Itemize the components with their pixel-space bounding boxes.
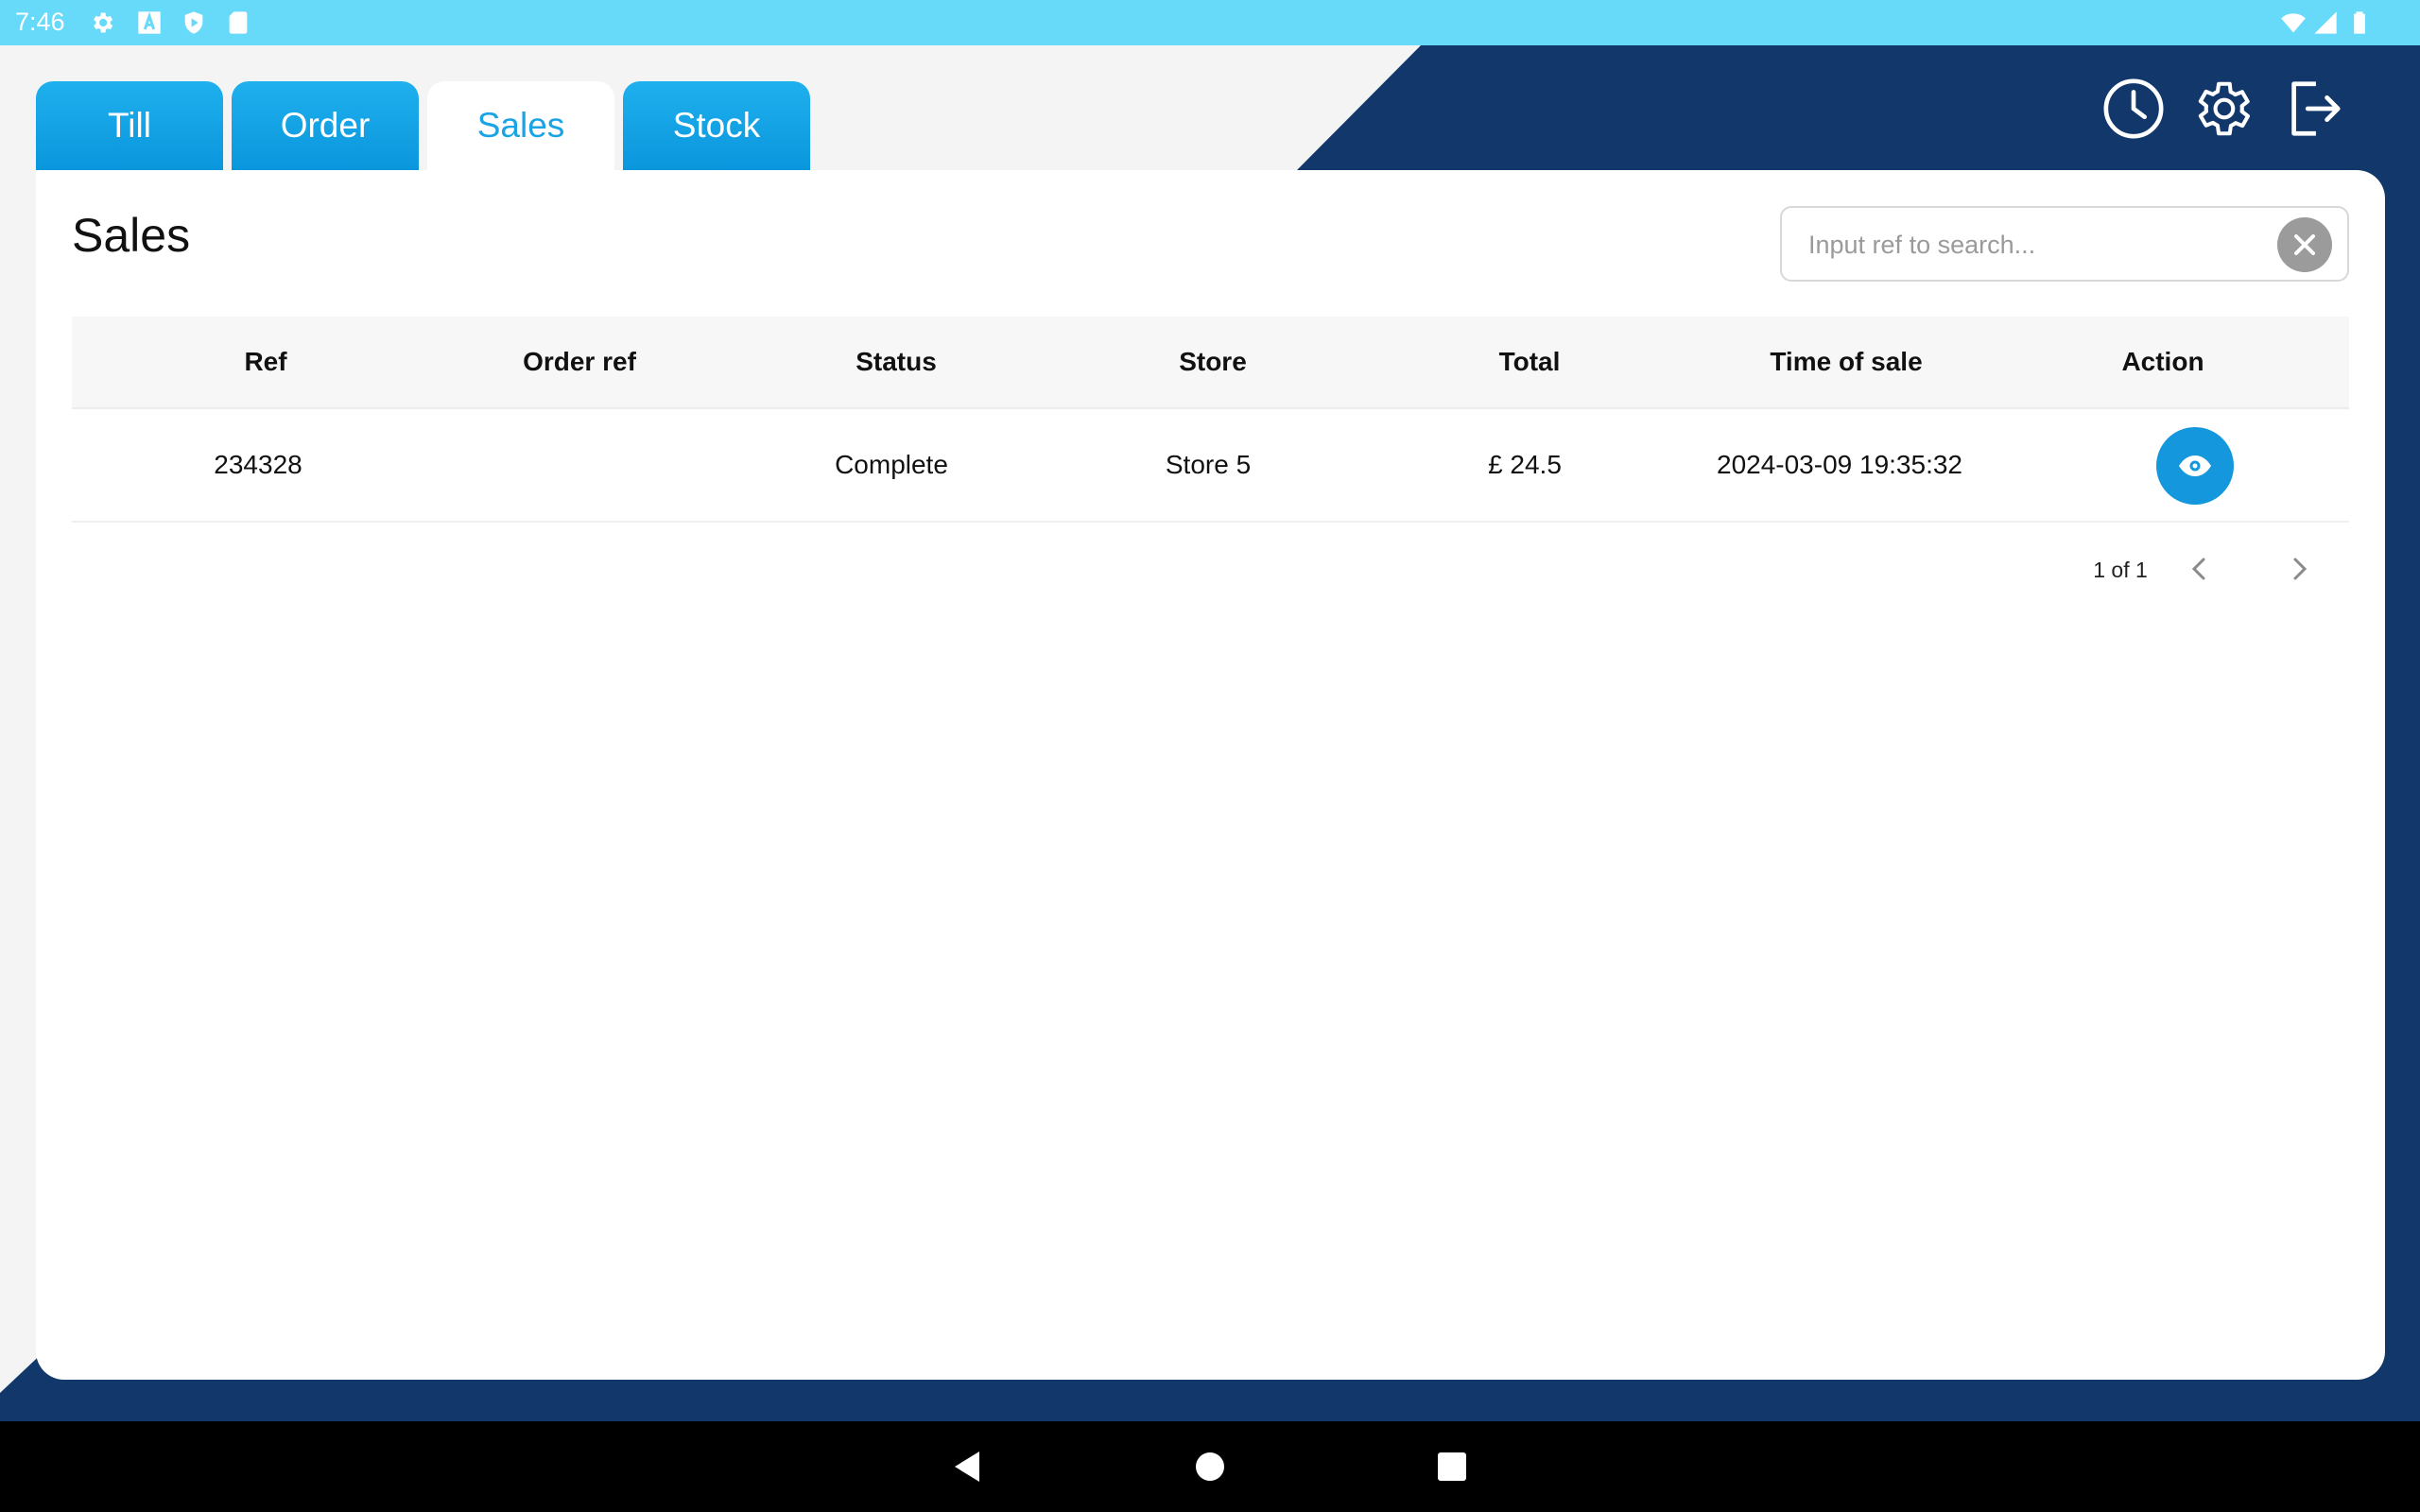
recents-icon[interactable] bbox=[1427, 1442, 1477, 1491]
close-icon bbox=[2294, 234, 2315, 255]
search-input[interactable] bbox=[1808, 221, 2262, 268]
shield-icon bbox=[184, 11, 203, 34]
clock-icon[interactable] bbox=[2100, 76, 2167, 142]
wifi-icon bbox=[2281, 13, 2306, 33]
table-header: Ref Order ref Status Store Total Time of… bbox=[72, 317, 2349, 409]
gear-icon[interactable] bbox=[2188, 76, 2255, 142]
settings-icon bbox=[94, 12, 113, 33]
home-icon[interactable] bbox=[1185, 1442, 1235, 1491]
back-icon[interactable] bbox=[943, 1442, 993, 1491]
tab-stock[interactable]: Stock bbox=[623, 81, 810, 170]
table-row[interactable]: 234328 Complete Store 5 £ 24.5 2024-03-0… bbox=[72, 409, 2349, 523]
view-sale-button[interactable] bbox=[2156, 427, 2234, 505]
cell-time-of-sale: 2024-03-09 19:35:32 bbox=[1717, 450, 1962, 479]
status-time: 7:46 bbox=[15, 8, 65, 36]
tab-sales[interactable]: Sales bbox=[427, 81, 614, 170]
column-header-action: Action bbox=[2121, 347, 2204, 376]
page-title: Sales bbox=[72, 209, 191, 262]
status-bar: 7:46 bbox=[0, 0, 2420, 45]
a-icon bbox=[138, 11, 161, 34]
battery-icon bbox=[2354, 11, 2365, 34]
chevron-left-icon[interactable] bbox=[2179, 548, 2221, 590]
pagination-text: 1 of 1 bbox=[2093, 558, 2148, 582]
tab-label: Stock bbox=[672, 106, 761, 145]
chevron-right-icon[interactable] bbox=[2278, 548, 2320, 590]
tab-order[interactable]: Order bbox=[232, 81, 419, 170]
tab-label: Sales bbox=[476, 106, 565, 145]
sales-card: Sales Ref Order ref Status Store Total T… bbox=[36, 170, 2385, 1380]
eye-icon bbox=[2179, 455, 2211, 476]
search-box bbox=[1780, 206, 2349, 282]
navigation-bar bbox=[0, 1421, 2420, 1512]
tab-label: Till bbox=[108, 106, 151, 145]
clear-search-button[interactable] bbox=[2277, 217, 2332, 272]
signal-icon bbox=[2314, 11, 2337, 34]
tab-till[interactable]: Till bbox=[36, 81, 223, 170]
sd-card-icon bbox=[229, 11, 248, 34]
tab-label: Order bbox=[280, 106, 371, 145]
logout-icon[interactable] bbox=[2280, 76, 2346, 142]
